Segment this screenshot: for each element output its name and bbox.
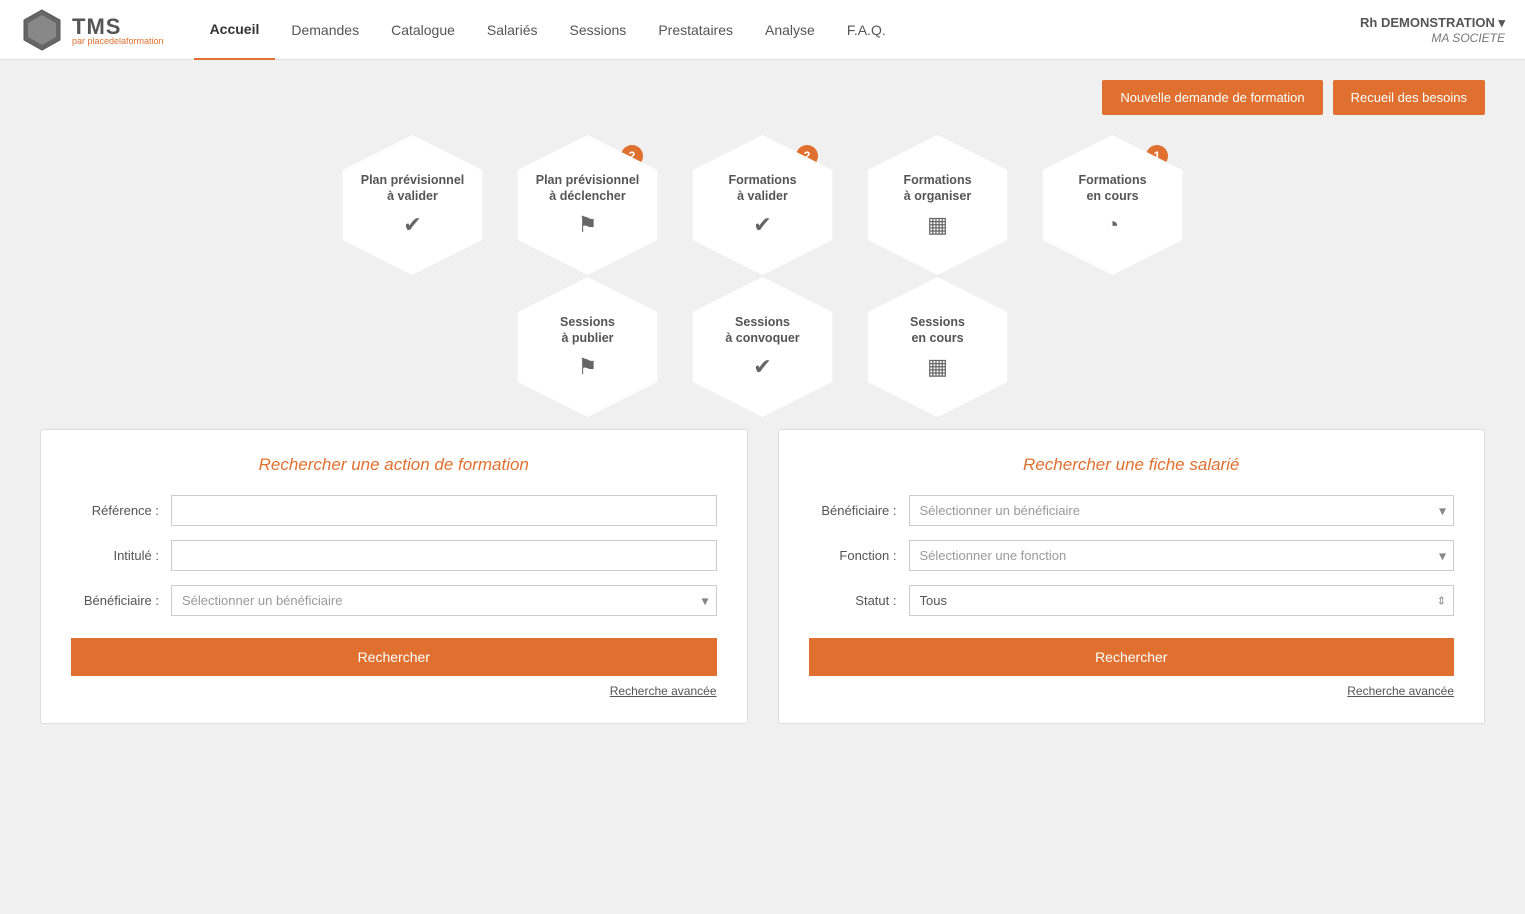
search-salarie-card: Rechercher une fiche salarié Bénéficiair… — [778, 429, 1486, 724]
flag-icon-2: ⚑ — [578, 354, 598, 380]
intitule-label: Intitulé : — [71, 548, 171, 563]
user-info: Rh DEMONSTRATION ▾ MA SOCIETE — [1360, 15, 1505, 45]
fonction-row: Fonction : Sélectionner une fonction — [809, 540, 1455, 571]
logo-icon — [20, 8, 64, 52]
nav-faq[interactable]: F.A.Q. — [831, 0, 902, 60]
fonction-select[interactable]: Sélectionner une fonction — [909, 540, 1455, 571]
hex-plan-declencher[interactable]: 2 Plan prévisionnelà déclencher ⚑ — [510, 135, 665, 275]
hex-sessions-cours[interactable]: Sessionsen cours ▦ — [860, 277, 1015, 417]
salarie-beneficiaire-label: Bénéficiaire : — [809, 503, 909, 518]
advanced-search-salarie-link[interactable]: Recherche avancée — [809, 684, 1455, 698]
hex-formations-cours[interactable]: 1 Formationsen cours ◔ — [1035, 135, 1190, 275]
hex-formations-valider[interactable]: 2 Formationsà valider ✔ — [685, 135, 840, 275]
logo-sub: par placedelaformation — [72, 36, 164, 46]
statut-label: Statut : — [809, 593, 909, 608]
beneficiaire-select-wrapper: Sélectionner un bénéficiaire — [171, 585, 717, 616]
hex-sessions-cours-label: Sessionsen cours — [910, 314, 965, 347]
hex-formations-valider-label: Formationsà valider — [728, 172, 796, 205]
hex-plan-declencher-label: Plan prévisionnelà déclencher — [536, 172, 640, 205]
check-icon: ✔ — [403, 212, 421, 238]
user-name: Rh DEMONSTRATION ▾ — [1360, 15, 1505, 31]
check-icon-3: ✔ — [753, 354, 771, 380]
search-salarie-title: Rechercher une fiche salarié — [809, 455, 1455, 475]
hex-sessions-convoquer-label: Sessionsà convoquer — [725, 314, 799, 347]
company-name: MA SOCIETE — [1360, 31, 1505, 45]
nav-salaries[interactable]: Salariés — [471, 0, 554, 60]
nav-demandes[interactable]: Demandes — [275, 0, 375, 60]
hex-plan-valider-label: Plan prévisionnelà valider — [361, 172, 465, 205]
intitule-input[interactable] — [171, 540, 717, 571]
nav-prestataires[interactable]: Prestataires — [642, 0, 749, 60]
hex-sessions-convoquer[interactable]: Sessionsà convoquer ✔ — [685, 277, 840, 417]
hex-plan-valider[interactable]: Plan prévisionnelà valider ✔ — [335, 135, 490, 275]
hex-sessions-publier-label: Sessionsà publier — [560, 314, 615, 347]
beneficiaire-label: Bénéficiaire : — [71, 593, 171, 608]
calendar-icon: ▦ — [927, 212, 948, 238]
hex-section: Plan prévisionnelà valider ✔ 2 Plan prév… — [40, 135, 1485, 399]
intitule-row: Intitulé : — [71, 540, 717, 571]
check-icon-2: ✔ — [753, 212, 771, 238]
hex-formations-cours-label: Formationsen cours — [1078, 172, 1146, 205]
nav-analyse[interactable]: Analyse — [749, 0, 831, 60]
search-formation-title: Rechercher une action de formation — [71, 455, 717, 475]
salarie-beneficiaire-select[interactable]: Sélectionner un bénéficiaire — [909, 495, 1455, 526]
salarie-beneficiaire-row: Bénéficiaire : Sélectionner un bénéficia… — [809, 495, 1455, 526]
search-salarie-button[interactable]: Rechercher — [809, 638, 1455, 676]
beneficiaire-row: Bénéficiaire : Sélectionner un bénéficia… — [71, 585, 717, 616]
hex-formations-organiser-label: Formationsà organiser — [903, 172, 971, 205]
calendar-icon-2: ▦ — [927, 354, 948, 380]
reference-label: Référence : — [71, 503, 171, 518]
nav-sessions[interactable]: Sessions — [554, 0, 643, 60]
hex-formations-organiser[interactable]: Formationsà organiser ▦ — [860, 135, 1015, 275]
logo-text: TMS — [72, 14, 121, 39]
fonction-label: Fonction : — [809, 548, 909, 563]
top-actions: Nouvelle demande de formation Recueil de… — [40, 80, 1485, 115]
reference-input[interactable] — [171, 495, 717, 526]
search-section: Rechercher une action de formation Référ… — [40, 429, 1485, 724]
statut-select-wrapper: Tous Actif Inactif — [909, 585, 1455, 616]
nav-links: Accueil Demandes Catalogue Salariés Sess… — [194, 0, 1360, 60]
search-formation-card: Rechercher une action de formation Référ… — [40, 429, 748, 724]
new-demand-button[interactable]: Nouvelle demande de formation — [1102, 80, 1322, 115]
nav-catalogue[interactable]: Catalogue — [375, 0, 471, 60]
main-content: Nouvelle demande de formation Recueil de… — [0, 60, 1525, 744]
salarie-beneficiaire-wrapper: Sélectionner un bénéficiaire — [909, 495, 1455, 526]
flag-icon: ⚑ — [578, 212, 598, 238]
advanced-search-formation-link[interactable]: Recherche avancée — [71, 684, 717, 698]
collect-needs-button[interactable]: Recueil des besoins — [1333, 80, 1485, 115]
nav-accueil[interactable]: Accueil — [194, 0, 276, 60]
search-formation-button[interactable]: Rechercher — [71, 638, 717, 676]
logo[interactable]: TMS par placedelaformation — [20, 8, 164, 52]
clock-icon: ◔ — [1106, 212, 1119, 238]
reference-row: Référence : — [71, 495, 717, 526]
fonction-wrapper: Sélectionner une fonction — [909, 540, 1455, 571]
statut-row: Statut : Tous Actif Inactif — [809, 585, 1455, 616]
navbar: TMS par placedelaformation Accueil Deman… — [0, 0, 1525, 60]
beneficiaire-select[interactable]: Sélectionner un bénéficiaire — [171, 585, 717, 616]
hex-sessions-publier[interactable]: Sessionsà publier ⚑ — [510, 277, 665, 417]
hex-row-1: Plan prévisionnelà valider ✔ 2 Plan prév… — [325, 135, 1200, 275]
hex-row-2: Sessionsà publier ⚑ Sessionsà convoquer … — [500, 277, 1025, 417]
statut-select[interactable]: Tous Actif Inactif — [909, 585, 1455, 616]
